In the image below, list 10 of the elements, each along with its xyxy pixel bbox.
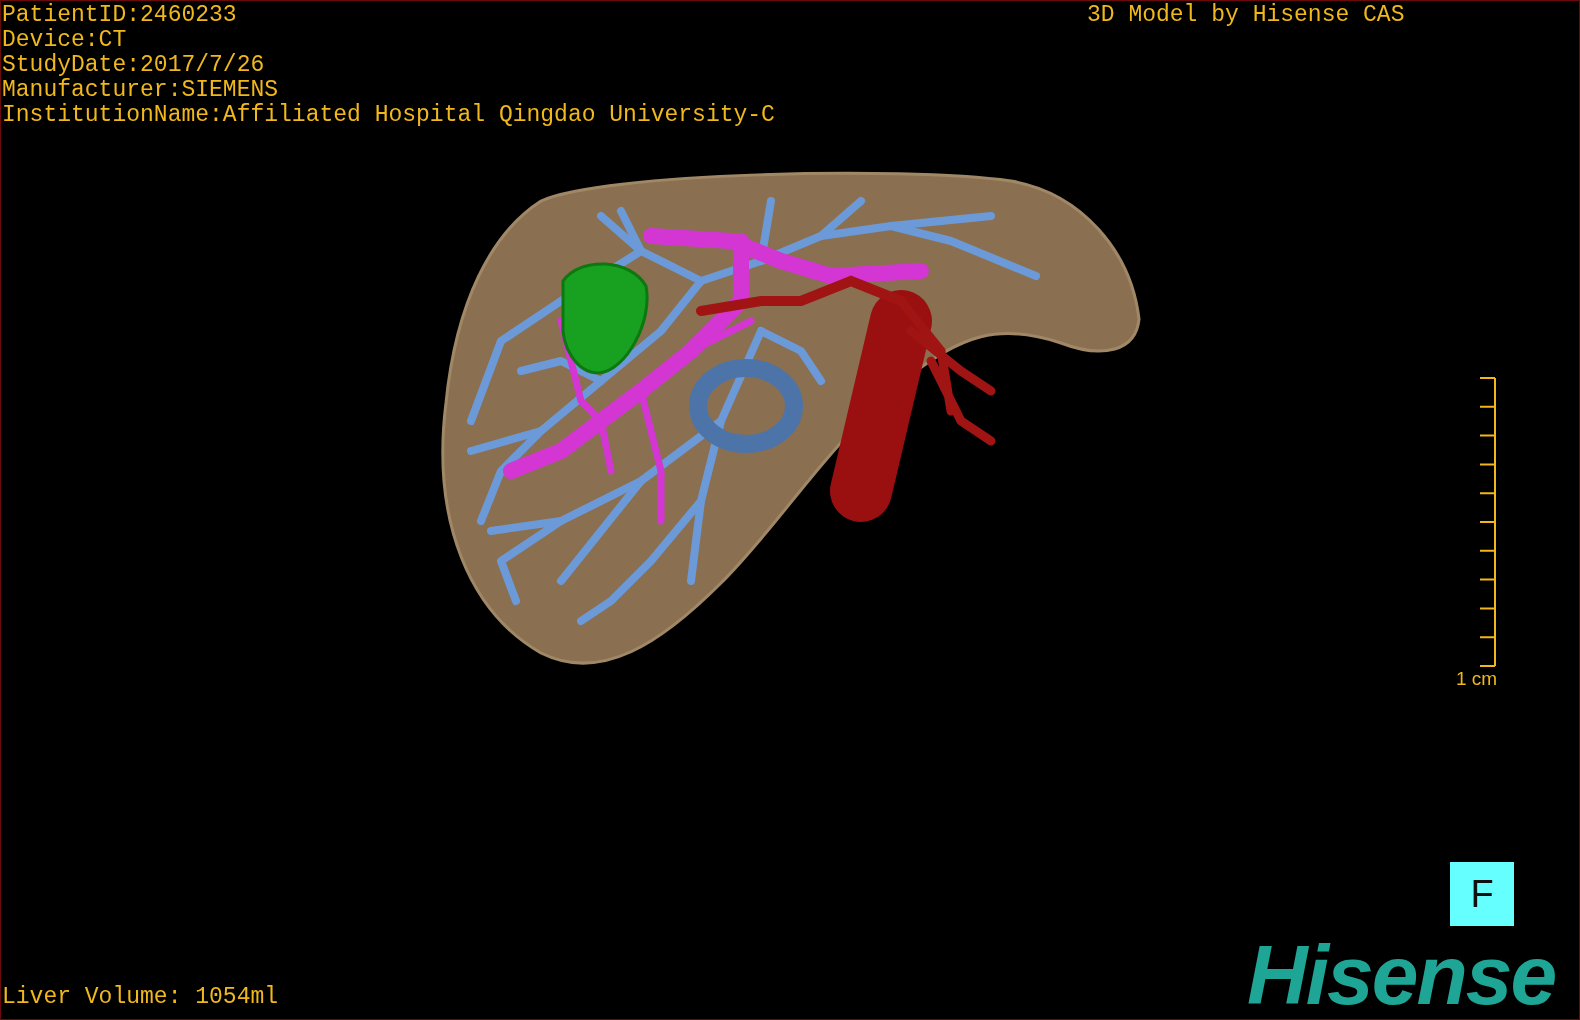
liver-volume-text: Liver Volume: 1054ml	[2, 985, 279, 1010]
patient-info-line: Manufacturer:SIEMENS	[2, 78, 280, 103]
patient-info-line: StudyDate:2017/7/26	[2, 53, 266, 78]
patient-info-line: InstitutionName:Affiliated Hospital Qingdao University-C	[2, 103, 775, 128]
orientation-marker[interactable]: F	[1450, 862, 1514, 926]
logo-text: Hisense	[1247, 939, 1556, 1011]
patient-info-line: PatientID:2460233	[2, 3, 238, 28]
viewer-title: 3D Model by Hisense CAS	[1087, 3, 1405, 28]
patient-info-line: Device:CT	[2, 28, 128, 53]
scale-bar-label: 1 cm	[1456, 669, 1498, 689]
